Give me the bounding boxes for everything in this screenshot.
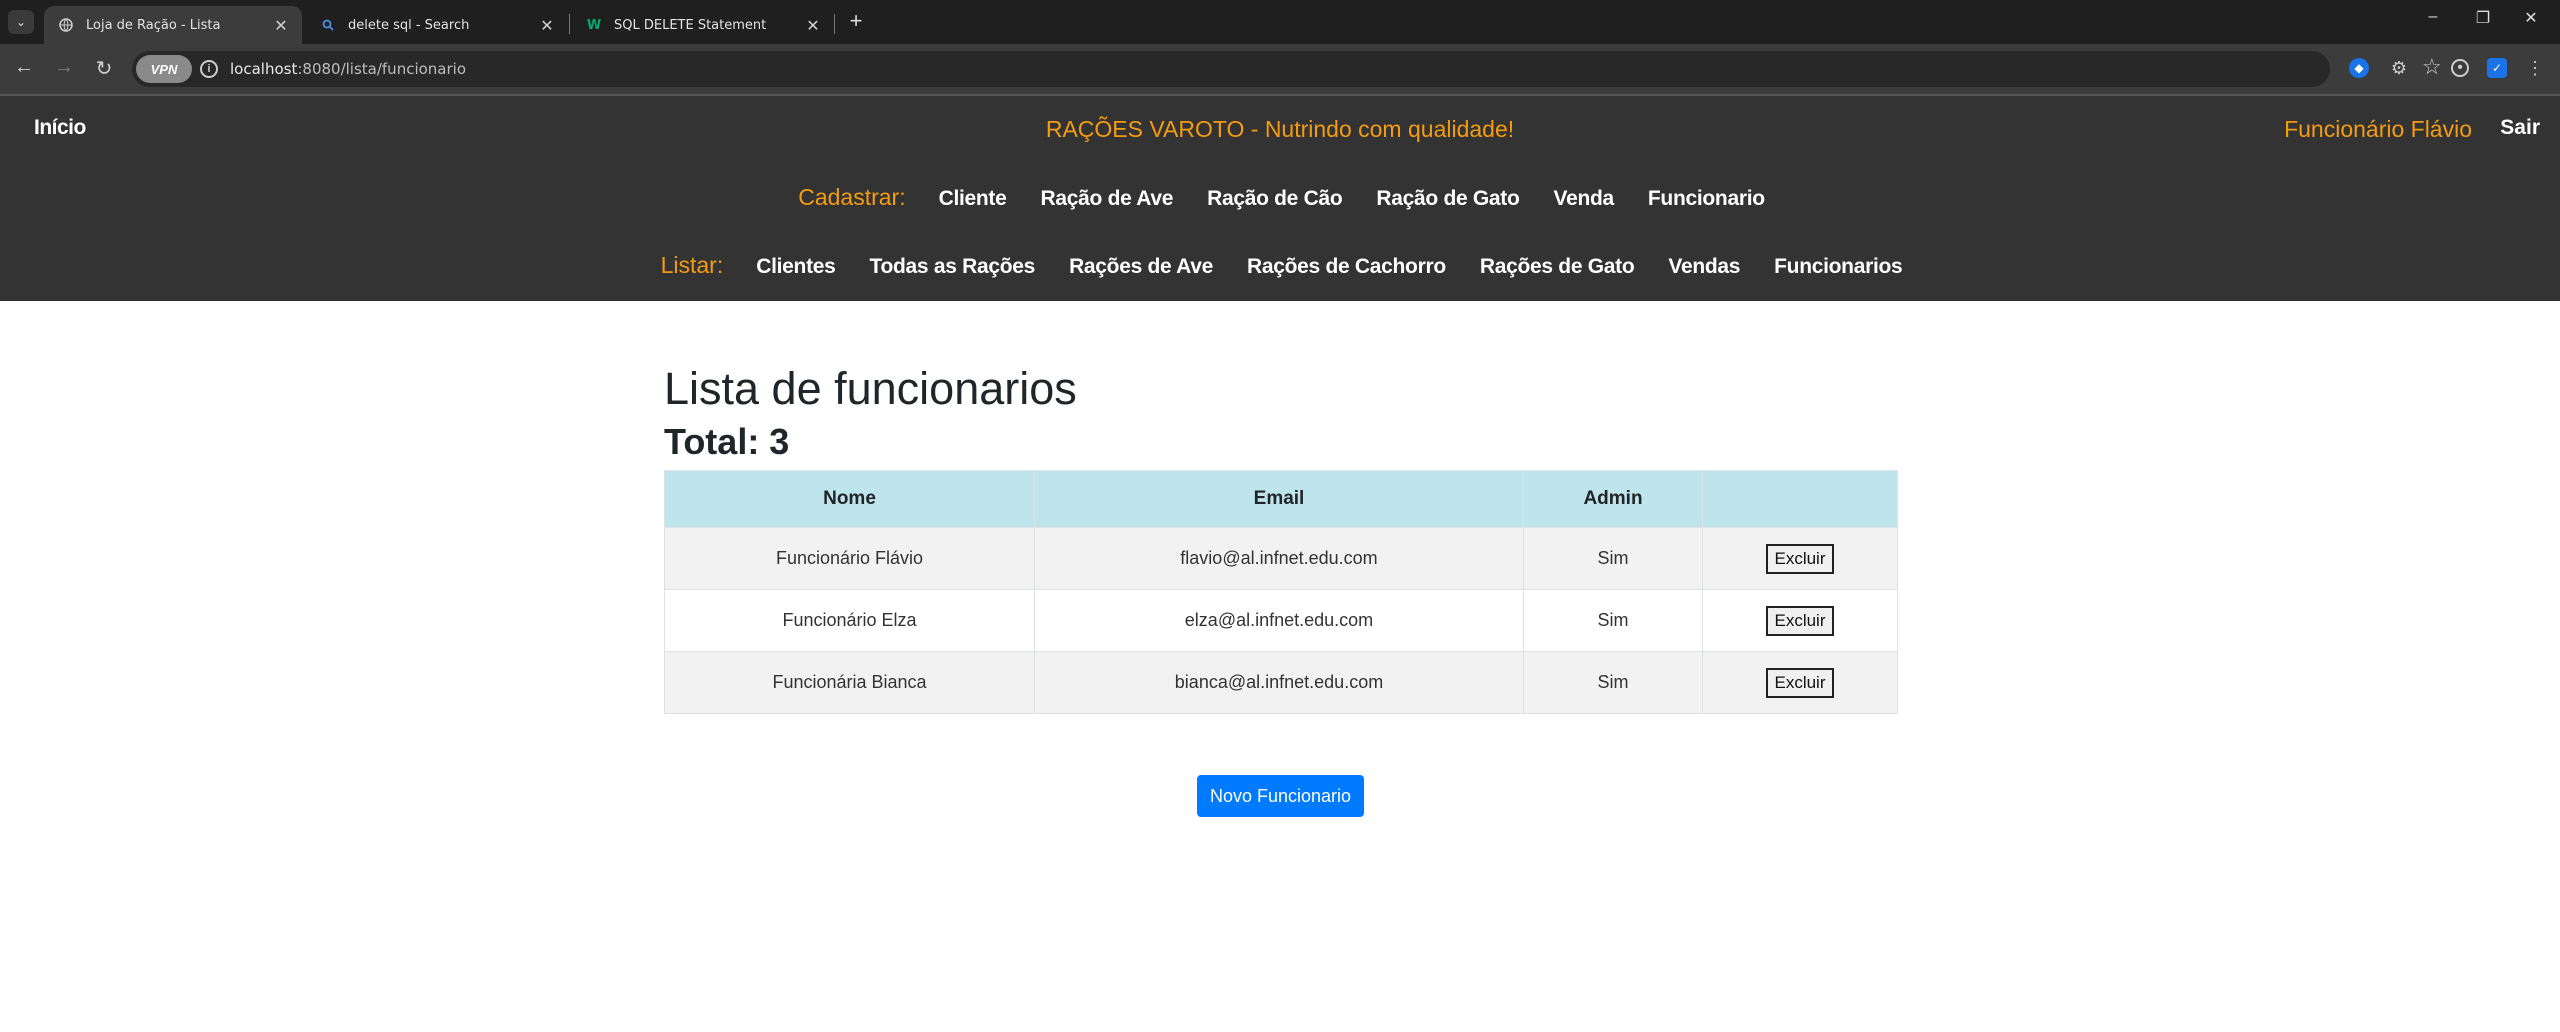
- logout-link[interactable]: Sair: [2500, 116, 2540, 140]
- new-employee-button[interactable]: Novo Funcionario: [1197, 775, 1364, 817]
- cell-actions: Excluir: [1702, 527, 1898, 590]
- close-window-icon[interactable]: ✕: [2511, 8, 2551, 28]
- tab-search-menu-icon[interactable]: ⌄: [8, 10, 34, 34]
- password-manager-icon[interactable]: ◆: [2349, 58, 2369, 78]
- back-icon[interactable]: ←: [10, 56, 38, 79]
- site-header: Início RAÇÕES VAROTO - Nutrindo com qual…: [0, 96, 2560, 301]
- logged-user: Funcionário Flávio: [2284, 116, 2472, 142]
- close-tab-icon[interactable]: ✕: [270, 16, 292, 35]
- forward-icon[interactable]: →: [50, 56, 78, 79]
- column-header-nome: Nome: [664, 470, 1035, 528]
- column-header-admin: Admin: [1523, 470, 1703, 528]
- tab-title: Loja de Ração - Lista: [86, 17, 221, 33]
- list-racoes-ave-link[interactable]: Rações de Ave: [1069, 255, 1213, 279]
- search-icon: [320, 17, 336, 33]
- register-racao-ave-link[interactable]: Ração de Ave: [1041, 187, 1174, 211]
- close-tab-icon[interactable]: ✕: [802, 16, 824, 35]
- browser-tab-bar: ⌄ Loja de Ração - Lista ✕ delete sql - S…: [0, 0, 2560, 44]
- register-label: Cadastrar:: [798, 184, 906, 210]
- profile-icon[interactable]: •: [2451, 59, 2469, 77]
- register-cliente-link[interactable]: Cliente: [939, 187, 1007, 211]
- register-funcionario-link[interactable]: Funcionario: [1648, 187, 1765, 211]
- list-menu: Listar: Clientes Todas as Rações Rações …: [0, 252, 2560, 279]
- new-tab-icon[interactable]: +: [843, 8, 869, 34]
- delete-button[interactable]: Excluir: [1766, 605, 1834, 636]
- tab-title: delete sql - Search: [348, 17, 470, 33]
- browser-tab[interactable]: delete sql - Search ✕: [306, 6, 568, 44]
- list-funcionarios-link[interactable]: Funcionarios: [1774, 255, 1903, 279]
- register-racao-gato-link[interactable]: Ração de Gato: [1376, 187, 1519, 211]
- restore-icon[interactable]: ❐: [2463, 8, 2503, 28]
- cell-nome: Funcionário Flávio: [664, 527, 1035, 590]
- url-path: :8080/lista/funcionario: [297, 60, 466, 78]
- cell-email: elza@al.infnet.edu.com: [1034, 589, 1524, 652]
- cell-actions: Excluir: [1702, 651, 1898, 714]
- table-row: Funcionário Flávio flavio@al.infnet.edu.…: [664, 527, 1898, 590]
- table-header-row: Nome Email Admin: [664, 470, 1898, 528]
- cell-nome: Funcionária Bianca: [664, 651, 1035, 714]
- cell-nome: Funcionário Elza: [664, 589, 1035, 652]
- page-title: Lista de funcionarios: [664, 363, 1077, 414]
- list-label: Listar:: [660, 252, 724, 278]
- total-count: Total: 3: [664, 421, 790, 462]
- cell-admin: Sim: [1523, 527, 1703, 590]
- address-bar[interactable]: VPN i localhost:8080/lista/funcionario ☆: [132, 51, 2442, 87]
- browser-toolbar: ← → ↻ VPN i localhost:8080/lista/funcion…: [0, 44, 2560, 96]
- extensions-icon[interactable]: ⚙: [2389, 58, 2409, 78]
- tab-title: SQL DELETE Statement: [614, 17, 767, 33]
- site-info-icon[interactable]: i: [200, 60, 218, 78]
- list-todas-racoes-link[interactable]: Todas as Rações: [870, 255, 1036, 279]
- register-menu: Cadastrar: Cliente Ração de Ave Ração de…: [0, 184, 2560, 211]
- tab-divider: [569, 14, 570, 34]
- cell-actions: Excluir: [1702, 589, 1898, 652]
- list-racoes-gato-link[interactable]: Rações de Gato: [1480, 255, 1635, 279]
- delete-button[interactable]: Excluir: [1766, 667, 1834, 698]
- cell-admin: Sim: [1523, 651, 1703, 714]
- register-venda-link[interactable]: Venda: [1554, 187, 1615, 211]
- browser-tab[interactable]: W SQL DELETE Statement ✕: [572, 6, 834, 44]
- table-row: Funcionária Bianca bianca@al.infnet.edu.…: [664, 651, 1898, 714]
- minimize-icon[interactable]: –: [2413, 8, 2453, 26]
- globe-icon: [58, 17, 74, 33]
- bookmark-star-icon[interactable]: ☆: [2422, 54, 2442, 80]
- cell-admin: Sim: [1523, 589, 1703, 652]
- reload-icon[interactable]: ↻: [90, 56, 118, 81]
- cell-email: bianca@al.infnet.edu.com: [1034, 651, 1524, 714]
- column-header-actions: [1702, 470, 1898, 528]
- close-tab-icon[interactable]: ✕: [536, 16, 558, 35]
- main-content: Lista de funcionarios Total: 3 Nome Emai…: [664, 360, 1898, 714]
- site-title: RAÇÕES VAROTO - Nutrindo com qualidade!: [1045, 116, 1515, 142]
- shield-check-icon[interactable]: ✓: [2487, 58, 2507, 78]
- list-vendas-link[interactable]: Vendas: [1668, 255, 1740, 279]
- w3schools-icon: W: [586, 17, 602, 33]
- more-menu-icon[interactable]: ⋮: [2525, 58, 2545, 78]
- delete-button[interactable]: Excluir: [1766, 543, 1834, 574]
- url-text[interactable]: localhost:8080/lista/funcionario: [230, 60, 466, 78]
- url-host: localhost: [230, 60, 298, 78]
- employees-table: Nome Email Admin Funcionário Flávio flav…: [664, 470, 1898, 714]
- table-row: Funcionário Elza elza@al.infnet.edu.com …: [664, 589, 1898, 652]
- list-clientes-link[interactable]: Clientes: [756, 255, 836, 279]
- cell-email: flavio@al.infnet.edu.com: [1034, 527, 1524, 590]
- column-header-email: Email: [1034, 470, 1524, 528]
- list-racoes-cachorro-link[interactable]: Rações de Cachorro: [1247, 255, 1446, 279]
- browser-tab-active[interactable]: Loja de Ração - Lista ✕: [44, 6, 302, 44]
- vpn-badge[interactable]: VPN: [136, 55, 192, 83]
- tab-divider: [834, 14, 835, 34]
- register-racao-cao-link[interactable]: Ração de Cão: [1207, 187, 1343, 211]
